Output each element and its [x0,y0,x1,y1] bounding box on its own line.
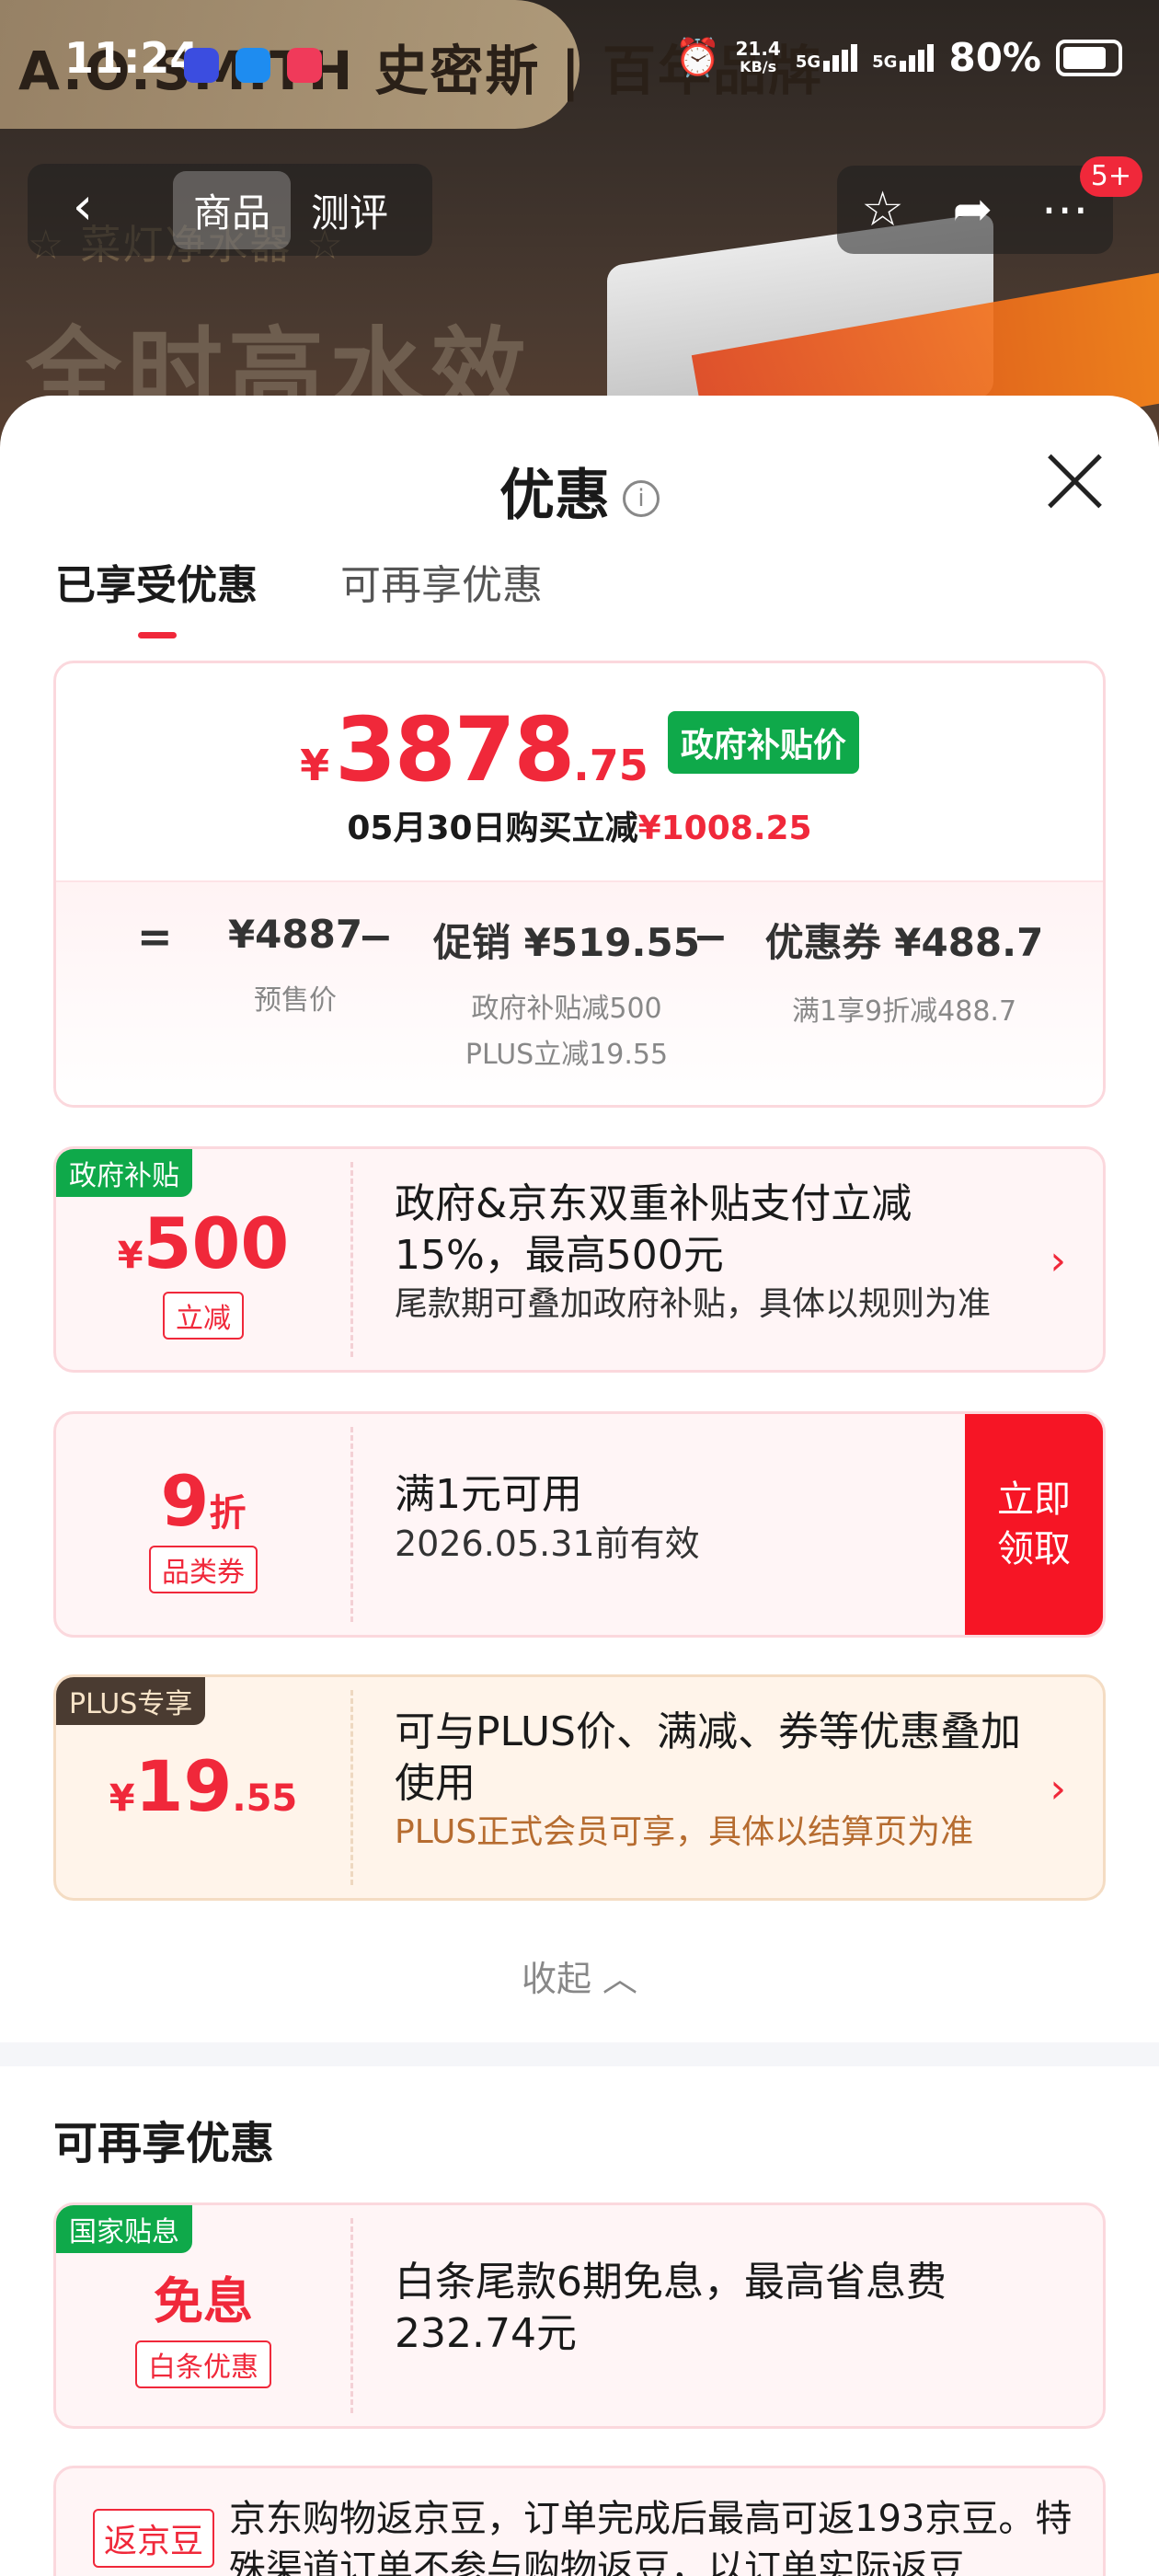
vivo-app-icon [184,48,219,83]
offer-big-label: 免息 [154,2272,253,2330]
gov-subsidy-tag: 政府补贴价 [667,711,859,774]
coupon-desc: 尾款期可叠加政府补贴，具体以规则为准 [395,1285,992,1323]
plus-coupon[interactable]: ¥19.55 PLUS专享 可与PLUS价、满减、券等优惠叠加使用 PLUS正式… [53,1674,1106,1901]
final-price: ¥ 3878 .75 [300,698,648,801]
tab-available[interactable]: 可再享优惠 [340,552,543,611]
nav-actions: ☆ ➦ ⋯ [837,166,1113,254]
status-bar: 11:24 ⏰ 21.4 KB/s 5G 5G 80% [0,0,1159,129]
close-button[interactable] [1045,451,1104,510]
coupon-item: 优惠券 ¥488.7 满1享9折减488.7 [764,920,1044,1028]
top-navbar: ‹ 商品 测评 ☆ ➦ ⋯ 5+ [0,156,1159,256]
bird-app-icon [235,48,270,83]
minus-sign-1: − [358,912,394,961]
coupon-desc: 2026.05.31前有效 [395,1524,700,1564]
baitiao-offer[interactable]: 免息 白条优惠 国家贴息 白条尾款6期免息，最高省息费232.74元 [53,2202,1106,2429]
price-description: 05月30日购买立减¥1008.25 [347,810,812,847]
coupon-desc: PLUS正式会员可享，具体以结算页为准 [395,1813,974,1851]
gov-subsidy-coupon[interactable]: ¥500 立减 政府补贴 政府&京东双重补贴支付立减15%，最高500元 尾款期… [53,1146,1106,1373]
music-app-icon [287,48,322,83]
coupon-title: 政府&京东双重补贴支付立减15%，最高500元 [395,1180,912,1279]
discount-tabs: 已享受优惠 可再享优惠 [55,552,543,638]
signal-icon-1: 5G [796,43,858,72]
message-badge: 5+ [1079,156,1142,197]
battery-percent: 80% [948,35,1041,80]
alarm-icon: ⏰ [674,37,721,79]
offer-corner-tag: 国家贴息 [56,2205,192,2253]
offer-title: 白条尾款6期免息，最高省息费232.74元 [395,2259,947,2357]
star-icon[interactable]: ☆ [861,182,904,237]
coupon-title: 满1元可用 [395,1471,582,1518]
nav-tabs: 商品 测评 [138,164,432,256]
signal-icon-2: 5G [872,43,935,72]
category-coupon: 9折 品类券 满1元可用 2026.05.31前有效 立即领取 [53,1411,1106,1638]
collapse-button[interactable]: 收起 ︿ [0,1950,1159,2001]
status-time: 11:24 [64,33,200,83]
more-icon[interactable]: ⋯ [1041,182,1089,237]
price-summary-card: ¥ 3878 .75 政府补贴价 05月30日购买立减¥1008.25 = ¥4… [53,661,1106,1108]
coupon-corner-tag: 政府补贴 [56,1149,192,1197]
coupon-sub-label: 立减 [163,1292,244,1340]
claim-coupon-button[interactable]: 立即领取 [965,1414,1103,1635]
minus-sign-2: − [693,912,729,961]
tab-enjoyed[interactable]: 已享受优惠 [55,552,258,638]
coupon-title: 可与PLUS价、满减、券等优惠叠加使用 [395,1708,1021,1807]
coupon-amount: ¥500 [117,1202,290,1284]
promo-item: 促销 ¥519.55 政府补贴减500 PLUS立减19.55 [433,920,700,1071]
sheet-title: 优惠 i [0,451,1159,531]
coupon-amount: 9折 [160,1460,247,1542]
bean-tag: 返京豆 [93,2509,215,2568]
chevron-right-icon: › [1050,1237,1066,1284]
bean-text: 京东购物返京豆，订单完成后最高可返193京豆。特殊渠道订单不参与购物返豆，以订单… [229,2498,1073,2576]
coupon-sub-label: 品类券 [149,1546,258,1593]
back-button[interactable]: ‹ [28,164,138,256]
coupon-amount: ¥19.55 [109,1745,298,1827]
discount-sheet: 优惠 i 已享受优惠 可再享优惠 ¥ 3878 .75 政府补贴价 05月30日购… [0,396,1159,2576]
more-offers-title: 可再享优惠 [53,2118,275,2169]
jd-bean-offer: 返京豆 京东购物返京豆，订单完成后最高可返193京豆。特殊渠道订单不参与购物返豆… [53,2466,1106,2576]
battery-icon [1056,39,1122,76]
net-speed: 21.4 KB/s [735,37,781,75]
tab-product[interactable]: 商品 [173,170,292,249]
info-icon[interactable]: i [623,480,660,518]
tab-review[interactable]: 测评 [291,171,408,249]
section-divider [0,2042,1159,2066]
share-icon[interactable]: ➦ [953,182,993,237]
chevron-right-icon: › [1050,1765,1066,1812]
equals-sign: = [137,912,173,961]
offer-sub-label: 白条优惠 [135,2340,271,2388]
coupon-corner-tag: PLUS专享 [56,1677,206,1725]
